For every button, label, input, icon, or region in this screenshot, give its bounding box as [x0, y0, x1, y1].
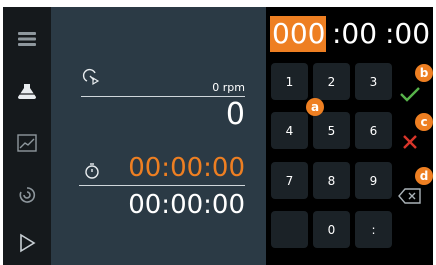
- key-7[interactable]: 7: [271, 162, 308, 199]
- key-9[interactable]: 9: [355, 162, 392, 199]
- speed-label: 0 rpm: [212, 81, 245, 94]
- speed-value: 0: [225, 97, 245, 132]
- time-hours[interactable]: 000: [272, 17, 325, 51]
- key-colon[interactable]: :: [355, 211, 392, 248]
- key-4[interactable]: 4: [271, 112, 308, 149]
- flask-icon[interactable]: [15, 79, 39, 103]
- key-8[interactable]: 8: [313, 162, 350, 199]
- time-minutes[interactable]: :00: [332, 17, 377, 51]
- speed-icon: [81, 67, 103, 91]
- chart-icon[interactable]: [15, 131, 39, 155]
- play-icon[interactable]: [15, 231, 39, 255]
- timer-underline: [79, 185, 245, 186]
- badge-b: b: [415, 64, 433, 82]
- swirl-icon[interactable]: [15, 183, 39, 207]
- badge-d: d: [415, 167, 433, 185]
- main-panel: 0 rpm 0 00:00:00 00:00:00: [51, 7, 266, 265]
- key-3[interactable]: 3: [355, 63, 392, 100]
- badge-a: a: [306, 98, 324, 116]
- key-0[interactable]: 0: [313, 211, 350, 248]
- backspace-icon[interactable]: [395, 181, 425, 211]
- confirm-icon[interactable]: [395, 79, 425, 109]
- key-5[interactable]: 5: [313, 112, 350, 149]
- badge-c: c: [415, 113, 433, 131]
- device-screen: 0 rpm 0 00:00:00 00:00:00 000 :00 :00 1 …: [3, 7, 433, 265]
- sidebar: [3, 7, 51, 265]
- timer-icon: [83, 162, 101, 184]
- time-seconds[interactable]: :00: [385, 17, 430, 51]
- timer-elapsed: 00:00:00: [128, 190, 245, 220]
- cancel-icon[interactable]: [395, 127, 425, 157]
- time-input[interactable]: 000 :00 :00: [266, 7, 433, 55]
- key-2[interactable]: 2: [313, 63, 350, 100]
- timer-target: 00:00:00: [128, 153, 245, 183]
- key-1[interactable]: 1: [271, 63, 308, 100]
- menu-icon[interactable]: [15, 27, 39, 51]
- key-6[interactable]: 6: [355, 112, 392, 149]
- key-blank[interactable]: [271, 211, 308, 248]
